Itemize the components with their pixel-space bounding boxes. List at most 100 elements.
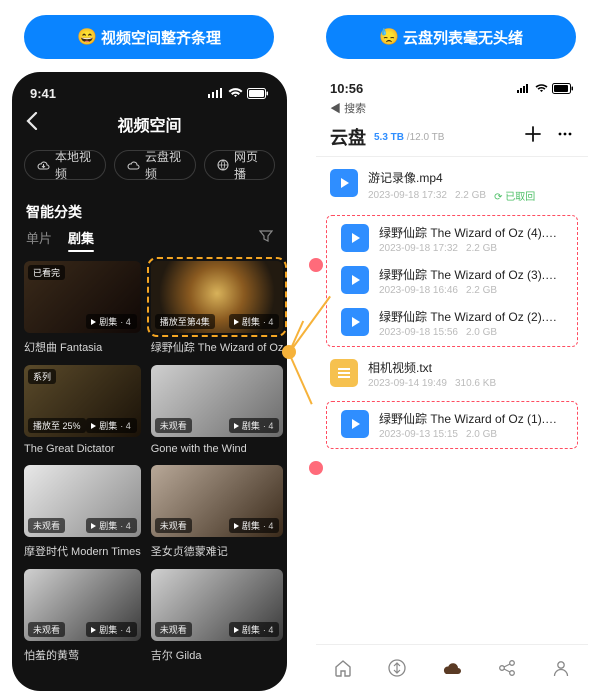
badge-episode-count: 剧集 · 4 <box>86 622 137 637</box>
connector-dot-target <box>309 461 323 475</box>
video-file-icon <box>330 169 358 197</box>
video-file-icon <box>341 308 369 336</box>
file-name: 绿野仙踪 The Wizard of Oz (4).mp4 <box>379 224 563 241</box>
file-meta: 2023-09-18 16:462.2 GB <box>379 285 563 296</box>
video-card[interactable]: 已看完剧集 · 4 幻想曲 Fantasia <box>24 261 141 355</box>
connector-line <box>288 353 313 405</box>
video-title: Gone with the Wind <box>151 443 284 455</box>
video-card[interactable]: 系列播放至 25%剧集 · 4The Great Dictator <box>24 365 141 455</box>
badge-bottom-left: 未观看 <box>28 518 65 533</box>
badge-episode-count: 剧集 · 4 <box>229 622 280 637</box>
file-name: 相机视频.txt <box>368 359 574 376</box>
badge-episode-count: 剧集 · 4 <box>86 314 137 329</box>
video-thumbnail[interactable]: 系列播放至 25%剧集 · 4 <box>24 365 141 437</box>
filter-icon <box>259 230 273 243</box>
video-file-icon <box>341 224 369 252</box>
connector-dot-source <box>282 345 296 359</box>
video-thumbnail[interactable]: 未观看 剧集 · 4 <box>151 465 284 537</box>
file-row[interactable]: 绿野仙踪 The Wizard of Oz (1).mp42023-09-13 … <box>327 404 577 446</box>
file-row[interactable]: 游记录像.mp42023-09-18 17:322.2 GB⟳ 已取回 <box>316 163 588 209</box>
file-name: 绿野仙踪 The Wizard of Oz (3).mp4 <box>379 266 563 283</box>
badge-series: 系列 <box>28 369 56 384</box>
file-row[interactable]: 绿野仙踪 The Wizard of Oz (4).mp4 2023-09-18 … <box>327 218 577 260</box>
source-chips: 本地视频 云盘视频 网页播 <box>12 142 287 188</box>
status-bar: 9:41 <box>12 72 287 106</box>
badge-episode-count: 剧集 · 4 <box>229 418 280 433</box>
video-title: 幻想曲 Fantasia <box>24 339 141 355</box>
page-title: 视频空间 <box>117 112 181 136</box>
chip-web-play[interactable]: 网页播 <box>204 150 275 180</box>
chip-cloud-video[interactable]: 云盘视频 <box>114 150 196 180</box>
badge-episode-count: 剧集 · 4 <box>229 314 280 329</box>
file-meta: 2023-09-14 19:49310.6 KB <box>368 378 574 389</box>
video-title: 摩登时代 Modern Times <box>24 543 141 559</box>
badge-episode-count: 剧集 · 4 <box>229 518 280 533</box>
file-row[interactable]: 相机视频.txt 2023-09-14 19:49310.6 KB <box>316 353 588 395</box>
video-file-icon <box>341 266 369 294</box>
banner-left: 😄 视频空间整齐条理 <box>24 15 274 59</box>
file-meta: 2023-09-18 17:322.2 GB <box>379 243 563 254</box>
status-indicators <box>208 88 269 99</box>
tab-home[interactable] <box>333 658 353 678</box>
cloud-down-icon <box>37 160 50 171</box>
storage-usage: 5.3 TB /12.0 TB <box>374 132 444 143</box>
badge-bottom-left: 未观看 <box>155 622 192 637</box>
file-meta: 2023-09-18 15:562.0 GB <box>379 327 563 338</box>
video-title: The Great Dictator <box>24 443 141 455</box>
section-smart-category: 智能分类 <box>12 188 287 222</box>
video-thumbnail[interactable]: 播放至第4集剧集 · 4 <box>151 261 284 333</box>
tab-cloud[interactable] <box>441 659 463 677</box>
category-tabs: 单片 剧集 <box>12 222 287 249</box>
tab-profile[interactable] <box>551 658 571 678</box>
phone-video-space: 9:41 视频空间 本地视频 云盘视频 网页播 智能分类 单片 剧集 <box>12 72 287 691</box>
filter-button[interactable] <box>259 230 273 246</box>
chip-local-video[interactable]: 本地视频 <box>24 150 106 180</box>
tab-single[interactable]: 单片 <box>26 228 52 247</box>
breadcrumb[interactable]: ◀ 搜索 <box>316 98 588 118</box>
video-thumbnail[interactable]: 已看完剧集 · 4 <box>24 261 141 333</box>
video-title: 绿野仙踪 The Wizard of Oz <box>151 339 284 355</box>
tab-share[interactable] <box>497 658 517 678</box>
video-card[interactable]: 未观看剧集 · 4 摩登时代 Modern Times <box>24 465 141 559</box>
video-title: 怕羞的黄莺 <box>24 647 141 663</box>
file-name: 绿野仙踪 The Wizard of Oz (2).mp4 <box>379 308 563 325</box>
tab-transfer[interactable] <box>387 658 407 678</box>
badge-bottom-left: 未观看 <box>155 518 192 533</box>
back-button[interactable] <box>26 112 38 136</box>
badge-bottom-left: 未观看 <box>28 622 65 637</box>
status-indicators <box>517 83 574 94</box>
doc-icon <box>330 359 358 387</box>
file-meta: 2023-09-18 17:322.2 GB⟳ 已取回 <box>368 188 574 203</box>
banner-right: 😓 云盘列表毫无头绪 <box>326 15 576 59</box>
badge-top-left: 已看完 <box>28 265 65 280</box>
video-card[interactable]: 未观看 剧集 · 4 圣女贞德蒙难记 <box>151 465 284 559</box>
badge-bottom-left: 播放至 25% <box>28 418 86 433</box>
title-bar: 视频空间 <box>12 106 287 142</box>
globe-icon <box>217 159 229 171</box>
file-row[interactable]: 绿野仙踪 The Wizard of Oz (2).mp4 2023-09-18 … <box>327 302 577 344</box>
banner-left-text: 视频空间整齐条理 <box>101 27 221 48</box>
video-thumbnail[interactable]: 未观看 剧集 · 4 <box>151 569 284 641</box>
video-card[interactable]: 未观看 剧集 · 4 怕羞的黄莺 <box>24 569 141 663</box>
file-row[interactable]: 绿野仙踪 The Wizard of Oz (3).mp4 2023-09-18 … <box>327 260 577 302</box>
highlight-box: 绿野仙踪 The Wizard of Oz (1).mp42023-09-13 … <box>326 401 578 449</box>
video-title: 圣女贞德蒙难记 <box>151 543 284 559</box>
more-button[interactable] <box>556 125 574 149</box>
add-button[interactable] <box>524 125 542 149</box>
video-card[interactable]: 未观看剧集 · 4吉尔 Gilda <box>151 569 284 663</box>
video-file-icon <box>341 410 369 438</box>
video-card[interactable]: 播放至第4集剧集 · 4 绿野仙踪 The Wizard of Oz <box>151 261 284 355</box>
file-name: 绿野仙踪 The Wizard of Oz (1).mp4 <box>379 410 563 427</box>
video-thumbnail[interactable]: 未观看剧集 · 4 <box>151 365 284 437</box>
phone-cloud-list: 10:56 ◀ 搜索 云盘 5.3 TB /12.0 TB 游记录像.mp420… <box>316 72 588 691</box>
cloud-title: 云盘 <box>330 124 366 150</box>
video-thumbnail[interactable]: 未观看剧集 · 4 <box>24 465 141 537</box>
emoji-sweat: 😓 <box>379 27 399 47</box>
status-bar: 10:56 <box>316 72 588 98</box>
tab-bar <box>316 644 588 691</box>
highlight-box: 绿野仙踪 The Wizard of Oz (4).mp4 2023-09-18 … <box>326 215 578 347</box>
banner-right-text: 云盘列表毫无头绪 <box>403 27 523 48</box>
video-card[interactable]: 未观看剧集 · 4 Gone with the Wind <box>151 365 284 455</box>
video-thumbnail[interactable]: 未观看 剧集 · 4 <box>24 569 141 641</box>
tab-series[interactable]: 剧集 <box>68 228 94 247</box>
